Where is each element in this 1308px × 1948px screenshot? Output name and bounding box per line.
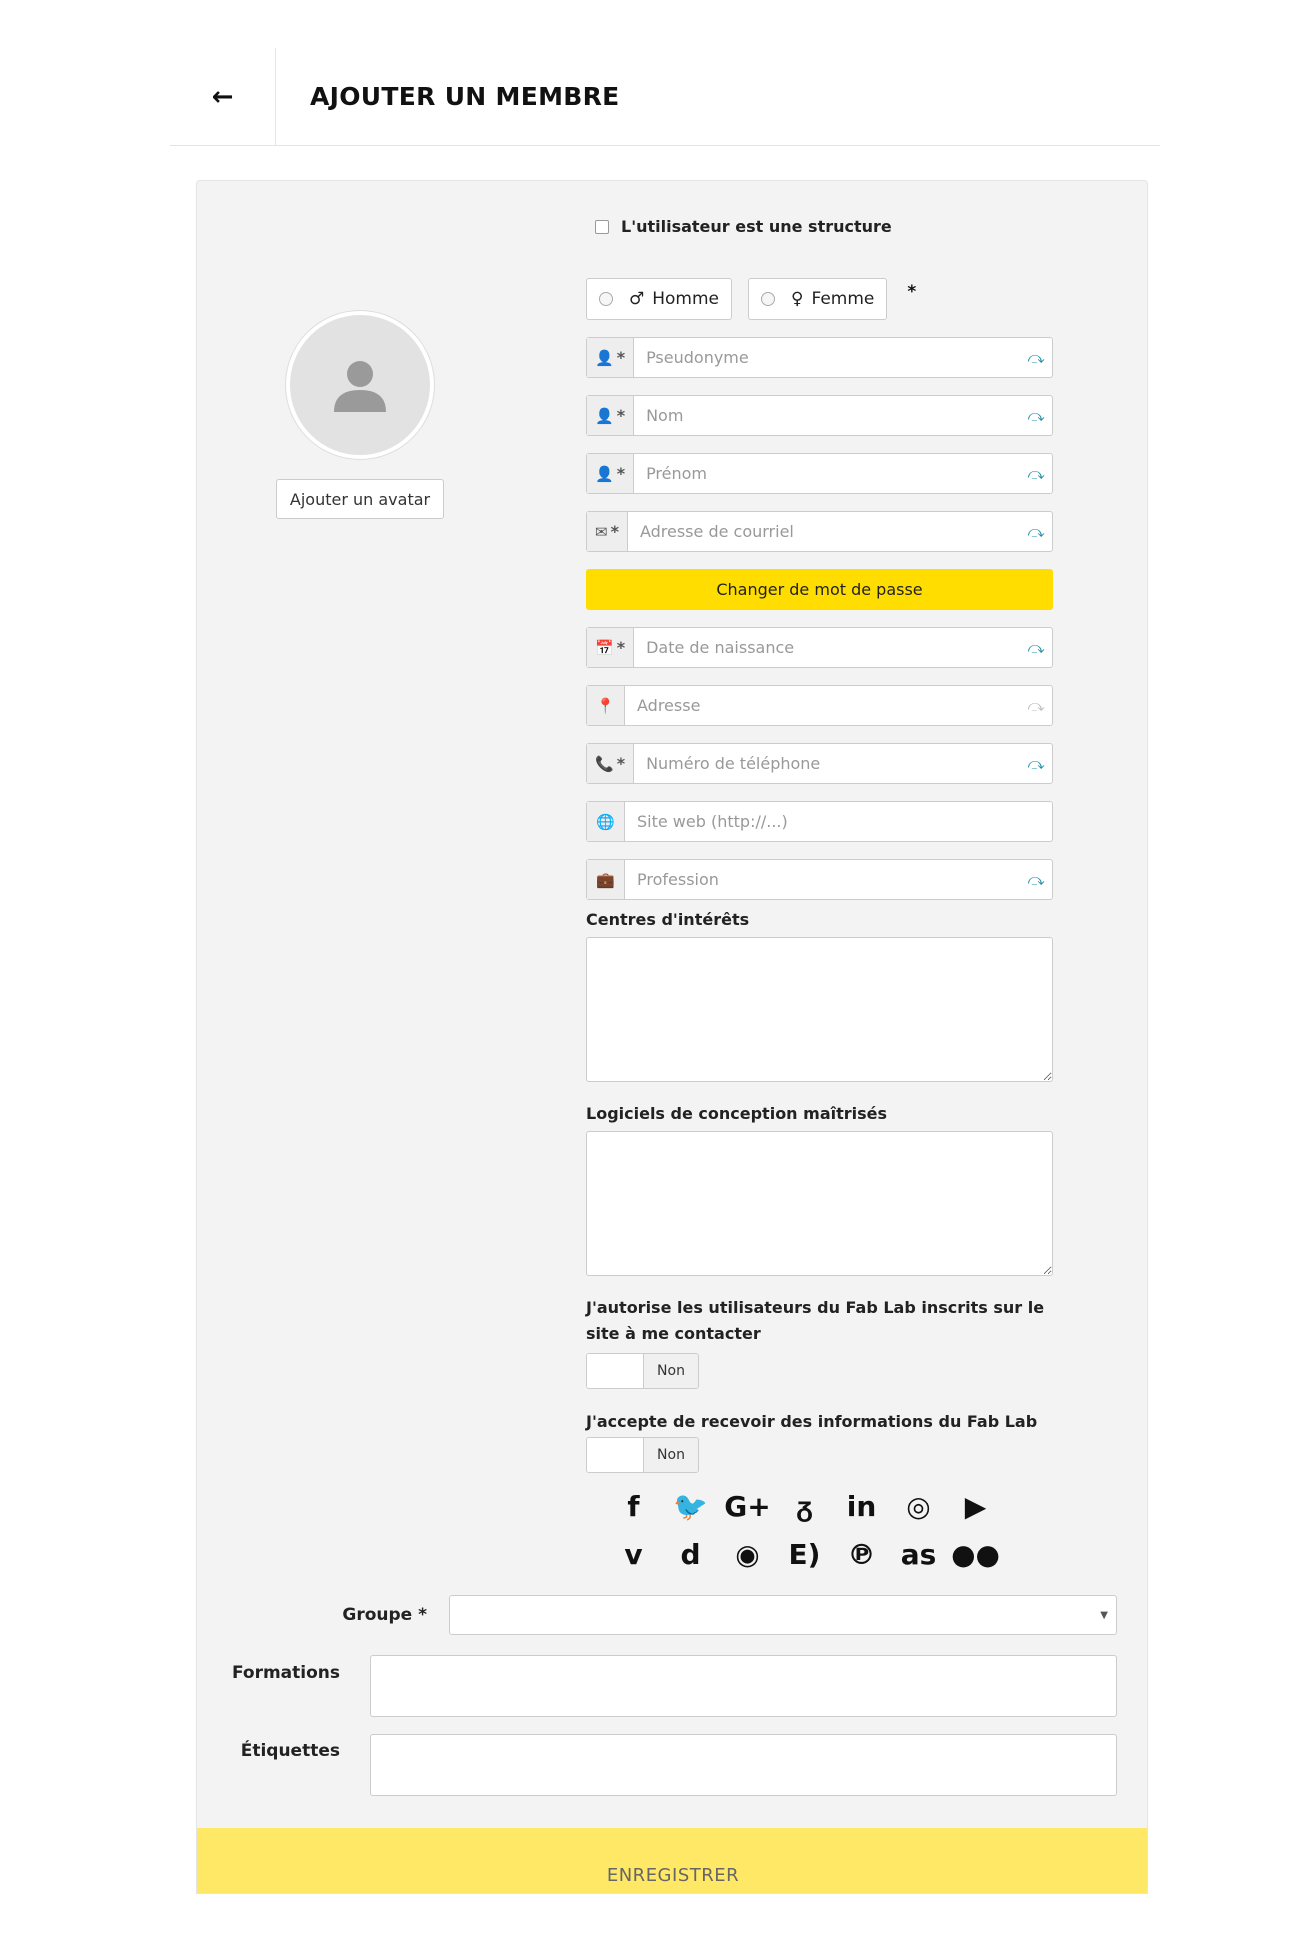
- flickr-icon[interactable]: ●●: [947, 1535, 1004, 1573]
- gender-female-option[interactable]: ♀ Femme: [748, 278, 888, 320]
- caret-down-icon: ▼: [1100, 1609, 1108, 1621]
- profession-group: 💼 ⤼: [586, 859, 1053, 900]
- toggle-knob: [587, 1438, 644, 1472]
- news-consent-label: J'accepte de recevoir des informations d…: [586, 1412, 1038, 1431]
- pinterest-icon[interactable]: ℗: [833, 1535, 890, 1573]
- contact-consent-toggle[interactable]: Non: [586, 1353, 699, 1389]
- prenom-group: 👤* ⤼: [586, 453, 1053, 494]
- member-form: Ajouter un avatar L'utilisateur est une …: [196, 180, 1148, 1894]
- valid-check-icon: ⤼: [1027, 869, 1045, 889]
- valid-check-icon: ⤼: [1027, 753, 1045, 773]
- linkedin-icon[interactable]: in: [833, 1487, 890, 1525]
- back-button[interactable]: ←: [170, 48, 276, 146]
- gender-male-label: Homme: [652, 289, 720, 309]
- gender-female-radio[interactable]: [761, 292, 776, 306]
- page-header: ← AJOUTER UN MEMBRE: [170, 48, 1160, 146]
- valid-check-icon: ⤼: [1027, 637, 1045, 657]
- user-icon: 👤 *: [587, 338, 635, 377]
- toggle-state: Non: [644, 1438, 698, 1472]
- echosciences-icon[interactable]: E): [776, 1535, 833, 1573]
- tags-label: Étiquettes: [240, 1741, 340, 1761]
- dailymotion-icon[interactable]: d: [662, 1535, 719, 1573]
- contact-consent-label: J'autorise les utilisateurs du Fab Lab i…: [586, 1298, 1045, 1343]
- toggle-knob: [587, 1354, 644, 1388]
- valid-check-icon: ⤼: [1027, 695, 1045, 715]
- gender-selector: ♂ Homme ♀ Femme *: [586, 278, 1053, 320]
- user-icon: 👤 *: [587, 396, 635, 435]
- birthdate-group: 📅* ⤼: [586, 627, 1053, 668]
- gender-female-label: Femme: [811, 289, 875, 309]
- gender-male-option[interactable]: ♂ Homme: [586, 278, 733, 320]
- structure-checkbox-label: L'utilisateur est une structure: [621, 217, 892, 236]
- gender-required-mark: *: [907, 282, 917, 302]
- formations-label: Formations: [231, 1663, 340, 1683]
- arrow-left-icon: ←: [211, 82, 234, 112]
- calendar-icon: 📅 *: [587, 628, 635, 667]
- lastfm-icon[interactable]: as: [890, 1535, 947, 1573]
- female-icon: ♀: [791, 289, 804, 309]
- news-consent-toggle[interactable]: Non: [586, 1437, 699, 1473]
- facebook-icon[interactable]: f: [605, 1487, 662, 1525]
- interests-label: Centres d'intérêts: [586, 910, 750, 929]
- interests-textarea[interactable]: [586, 937, 1053, 1082]
- tags-input[interactable]: [370, 1734, 1117, 1796]
- group-label: Groupe *: [342, 1605, 427, 1625]
- address-input[interactable]: [625, 686, 1020, 725]
- page-title: AJOUTER UN MEMBRE: [310, 82, 620, 111]
- twitter-icon[interactable]: 🐦: [662, 1487, 719, 1525]
- briefcase-icon: 💼: [587, 860, 625, 899]
- google-plus-icon[interactable]: G+: [719, 1487, 776, 1525]
- vimeo-icon[interactable]: v: [605, 1535, 662, 1573]
- profession-input[interactable]: [625, 860, 1020, 899]
- save-button[interactable]: ENREGISTRER: [197, 1828, 1147, 1893]
- formations-input[interactable]: [370, 1655, 1117, 1717]
- youtube-icon[interactable]: ▶: [947, 1487, 1004, 1525]
- email-input[interactable]: [627, 512, 1020, 551]
- structure-checkbox[interactable]: [595, 219, 609, 234]
- nom-group: 👤* ⤼: [586, 395, 1053, 436]
- prenom-input[interactable]: [634, 454, 1020, 493]
- male-icon: ♂: [629, 289, 645, 309]
- phone-input[interactable]: [634, 744, 1020, 783]
- social-networks: f 🐦 G+ ᵹ in ◎ ▶ v d ◉ E) ℗ as ●●: [605, 1487, 1005, 1573]
- valid-check-icon: ⤼: [1027, 405, 1045, 425]
- birthdate-input[interactable]: [634, 628, 1020, 667]
- phone-group: 📞* ⤼: [586, 743, 1053, 784]
- email-group: ✉* ⤼: [586, 511, 1053, 552]
- instagram-icon[interactable]: ◎: [890, 1487, 947, 1525]
- gender-male-radio[interactable]: [599, 292, 613, 306]
- valid-check-icon: ⤼: [1027, 463, 1045, 483]
- change-password-button[interactable]: Changer de mot de passe: [586, 569, 1053, 610]
- nom-input[interactable]: [634, 396, 1020, 435]
- software-textarea[interactable]: [586, 1131, 1053, 1276]
- pseudonyme-input[interactable]: [634, 338, 1020, 377]
- website-group: 🌐: [586, 801, 1053, 842]
- viadeo-icon[interactable]: ᵹ: [776, 1487, 833, 1525]
- avatar: [286, 311, 434, 459]
- map-marker-icon: 📍: [587, 686, 625, 725]
- toggle-state: Non: [644, 1354, 698, 1388]
- pseudonyme-group: 👤* ⤼: [586, 337, 1053, 378]
- structure-checkbox-row[interactable]: L'utilisateur est une structure: [595, 217, 892, 236]
- address-group: 📍 ⤼: [586, 685, 1053, 726]
- phone-icon: 📞 *: [587, 744, 635, 783]
- envelope-icon: ✉ *: [587, 512, 628, 551]
- user-silhouette-icon: [334, 361, 386, 412]
- website-input[interactable]: [625, 802, 1052, 841]
- globe-icon: 🌐: [587, 802, 625, 841]
- valid-check-icon: ⤼: [1027, 347, 1045, 367]
- user-icon: 👤 *: [587, 454, 635, 493]
- github-icon[interactable]: ◉: [719, 1535, 776, 1573]
- software-label: Logiciels de conception maîtrisés: [586, 1104, 888, 1123]
- valid-check-icon: ⤼: [1027, 521, 1045, 541]
- group-select[interactable]: ▼: [449, 1595, 1117, 1635]
- add-avatar-button[interactable]: Ajouter un avatar: [276, 479, 444, 519]
